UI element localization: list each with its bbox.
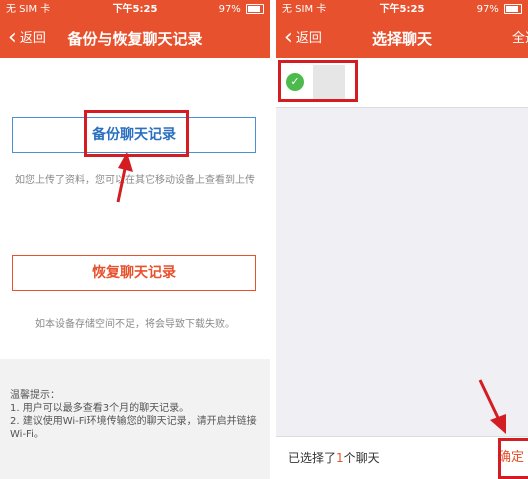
battery-status: 97% xyxy=(219,0,264,20)
restore-chat-button[interactable]: 恢复聊天记录 xyxy=(12,255,256,291)
select-chat-screen: 无 SIM 卡 下午5:25 97% ‹返回 选择聊天 全选 ✓ 已选择了1个聊… xyxy=(276,0,528,479)
battery-icon xyxy=(246,4,264,14)
battery-icon xyxy=(504,4,522,14)
battery-percent: 97% xyxy=(476,4,499,15)
backup-restore-screen: 无 SIM 卡 下午5:25 97% ‹ 返回 备份与恢复聊天记录 备份聊天记录 … xyxy=(0,0,270,479)
page-title: 选择聊天 xyxy=(371,30,432,48)
tips-line-2: 2. 建议使用Wi-Fi环境传输您的聊天记录，请开启并链接Wi-Fi。 xyxy=(10,416,257,440)
selected-count-text: 已选择了1个聊天 xyxy=(288,437,380,479)
tips-title: 温馨提示： xyxy=(10,390,60,401)
annotation-highlight-box xyxy=(498,438,528,479)
nav-bar: ‹ 返回 备份与恢复聊天记录 xyxy=(0,20,270,58)
annotation-arrow-icon xyxy=(478,379,506,434)
bottom-action-bar: 已选择了1个聊天 确定 xyxy=(276,436,528,479)
selected-suffix: 个聊天 xyxy=(343,451,380,465)
select-all-button[interactable]: 全选 xyxy=(512,20,528,58)
annotation-arrow-icon xyxy=(116,152,133,203)
battery-percent: 97% xyxy=(218,4,241,15)
tips-line-1: 1. 用户可以最多查看3个月的聊天记录。 xyxy=(10,403,190,414)
selected-prefix: 已选择了 xyxy=(288,451,337,465)
battery-status: 97% xyxy=(477,0,522,20)
selected-count: 1 xyxy=(336,451,344,465)
page-title: 备份与恢复聊天记录 xyxy=(67,30,203,48)
annotation-highlight-box xyxy=(278,60,358,102)
status-bar: 无 SIM 卡 下午5:25 97% xyxy=(0,0,270,20)
status-bar: 无 SIM 卡 下午5:25 97% xyxy=(276,0,528,20)
tips-panel: 温馨提示： 1. 用户可以最多查看3个月的聊天记录。 2. 建议使用Wi-Fi环… xyxy=(0,359,270,479)
nav-bar: ‹返回 选择聊天 全选 xyxy=(276,20,528,58)
restore-hint: 如本设备存储空间不足，将会导致下载失败。 xyxy=(35,319,235,330)
